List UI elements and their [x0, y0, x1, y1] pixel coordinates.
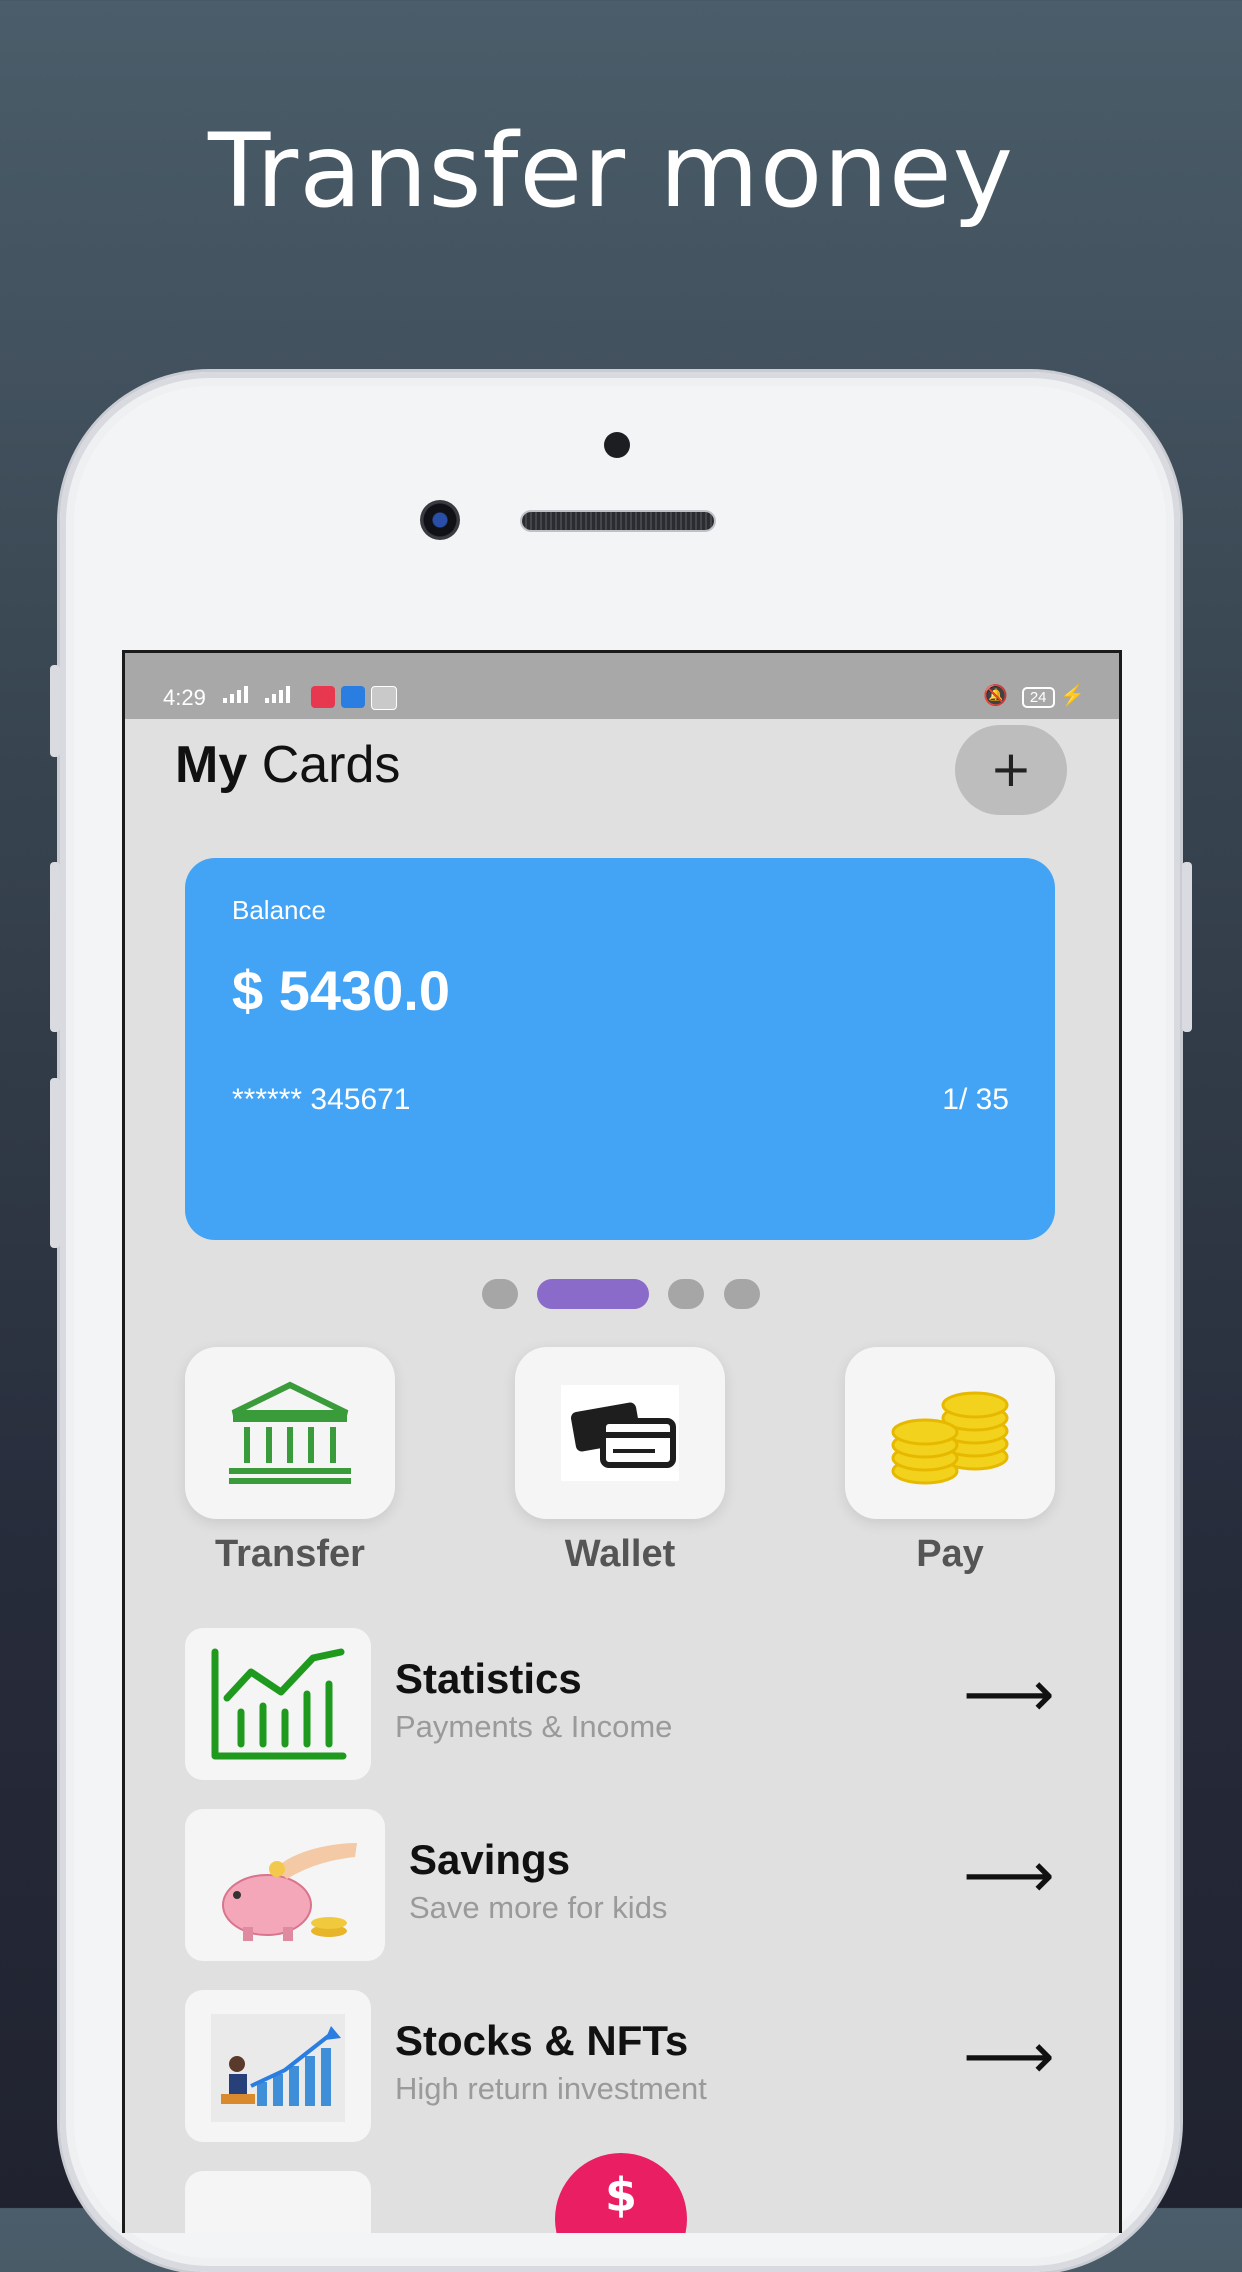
- pay-label: Pay: [916, 1533, 984, 1575]
- charging-icon: ⚡: [1060, 685, 1085, 707]
- card-balance-value: $ 5430.0: [232, 959, 450, 1022]
- card-number: ****** 345671: [232, 1083, 411, 1116]
- balance-card[interactable]: Balance $ 5430.0 ****** 345671 1/ 35: [185, 858, 1055, 1240]
- dollar-fab-button[interactable]: $: [555, 2153, 687, 2233]
- stocks-arrow-icon[interactable]: ⟶: [963, 2025, 1055, 2089]
- card-balance-label: Balance: [232, 895, 326, 925]
- pager-dot[interactable]: [482, 1279, 518, 1309]
- pay-button[interactable]: [845, 1347, 1055, 1519]
- mute-icon: 🔕: [983, 685, 1009, 707]
- headline: Transfer money: [207, 112, 1015, 231]
- proximity-sensor: [604, 432, 630, 458]
- card-expiry: 1/ 35: [942, 1083, 1009, 1116]
- phone-power-button: [1182, 862, 1192, 1032]
- wallet-cards-icon: [561, 1385, 679, 1481]
- statistics-subtitle: Payments & Income: [395, 1709, 673, 1744]
- app-screen: 4:29 🔕 24 ⚡ My Cards + Balance $ 5430.0 …: [122, 650, 1122, 2233]
- phone-side-button: [50, 665, 60, 757]
- statistics-tile[interactable]: [185, 1628, 371, 1780]
- savings-tile[interactable]: [185, 1809, 385, 1961]
- wallet-button[interactable]: [515, 1347, 725, 1519]
- wallet-label: Wallet: [564, 1533, 676, 1575]
- status-right: 🔕 24 ⚡: [983, 683, 1085, 708]
- savings-title: Savings: [409, 1836, 571, 1883]
- front-camera: [420, 500, 460, 540]
- status-time: 4:29: [163, 685, 206, 710]
- signal-icon: [265, 685, 295, 703]
- transfer-button[interactable]: [185, 1347, 395, 1519]
- stocks-title: Stocks & NFTs: [395, 2017, 689, 2064]
- page-title: My Cards: [175, 736, 401, 794]
- earpiece-speaker: [522, 512, 714, 530]
- savings-arrow-icon[interactable]: ⟶: [963, 1844, 1055, 1908]
- piggy-bank-icon: [222, 1843, 357, 1941]
- statistics-title: Statistics: [395, 1655, 582, 1702]
- add-card-button[interactable]: +: [955, 725, 1067, 815]
- stocks-tile[interactable]: [185, 1990, 371, 2142]
- pager-dot[interactable]: [668, 1279, 704, 1309]
- statistics-arrow-icon[interactable]: ⟶: [963, 1663, 1055, 1727]
- battery-icon: 24: [1021, 687, 1055, 708]
- bank-icon: [229, 1381, 351, 1484]
- transfer-label: Transfer: [215, 1533, 365, 1575]
- savings-subtitle: Save more for kids: [409, 1890, 668, 1925]
- stocks-subtitle: High return investment: [395, 2071, 707, 2106]
- signal-icon: [223, 685, 253, 703]
- app-icon: [341, 686, 365, 708]
- list-item-partial[interactable]: [185, 2171, 371, 2233]
- phone-side-button: [50, 1078, 60, 1248]
- stocks-icon: [211, 2014, 345, 2122]
- status-bar: 4:29 🔕 24 ⚡: [125, 653, 1119, 719]
- app-icon: [371, 686, 397, 710]
- music-app-icon: [311, 686, 335, 708]
- coins-icon: [891, 1391, 1009, 1485]
- pager-dot[interactable]: [724, 1279, 760, 1309]
- chart-icon: [211, 1648, 347, 1760]
- phone-side-button: [50, 862, 60, 1032]
- pager-dot-active[interactable]: [537, 1279, 649, 1309]
